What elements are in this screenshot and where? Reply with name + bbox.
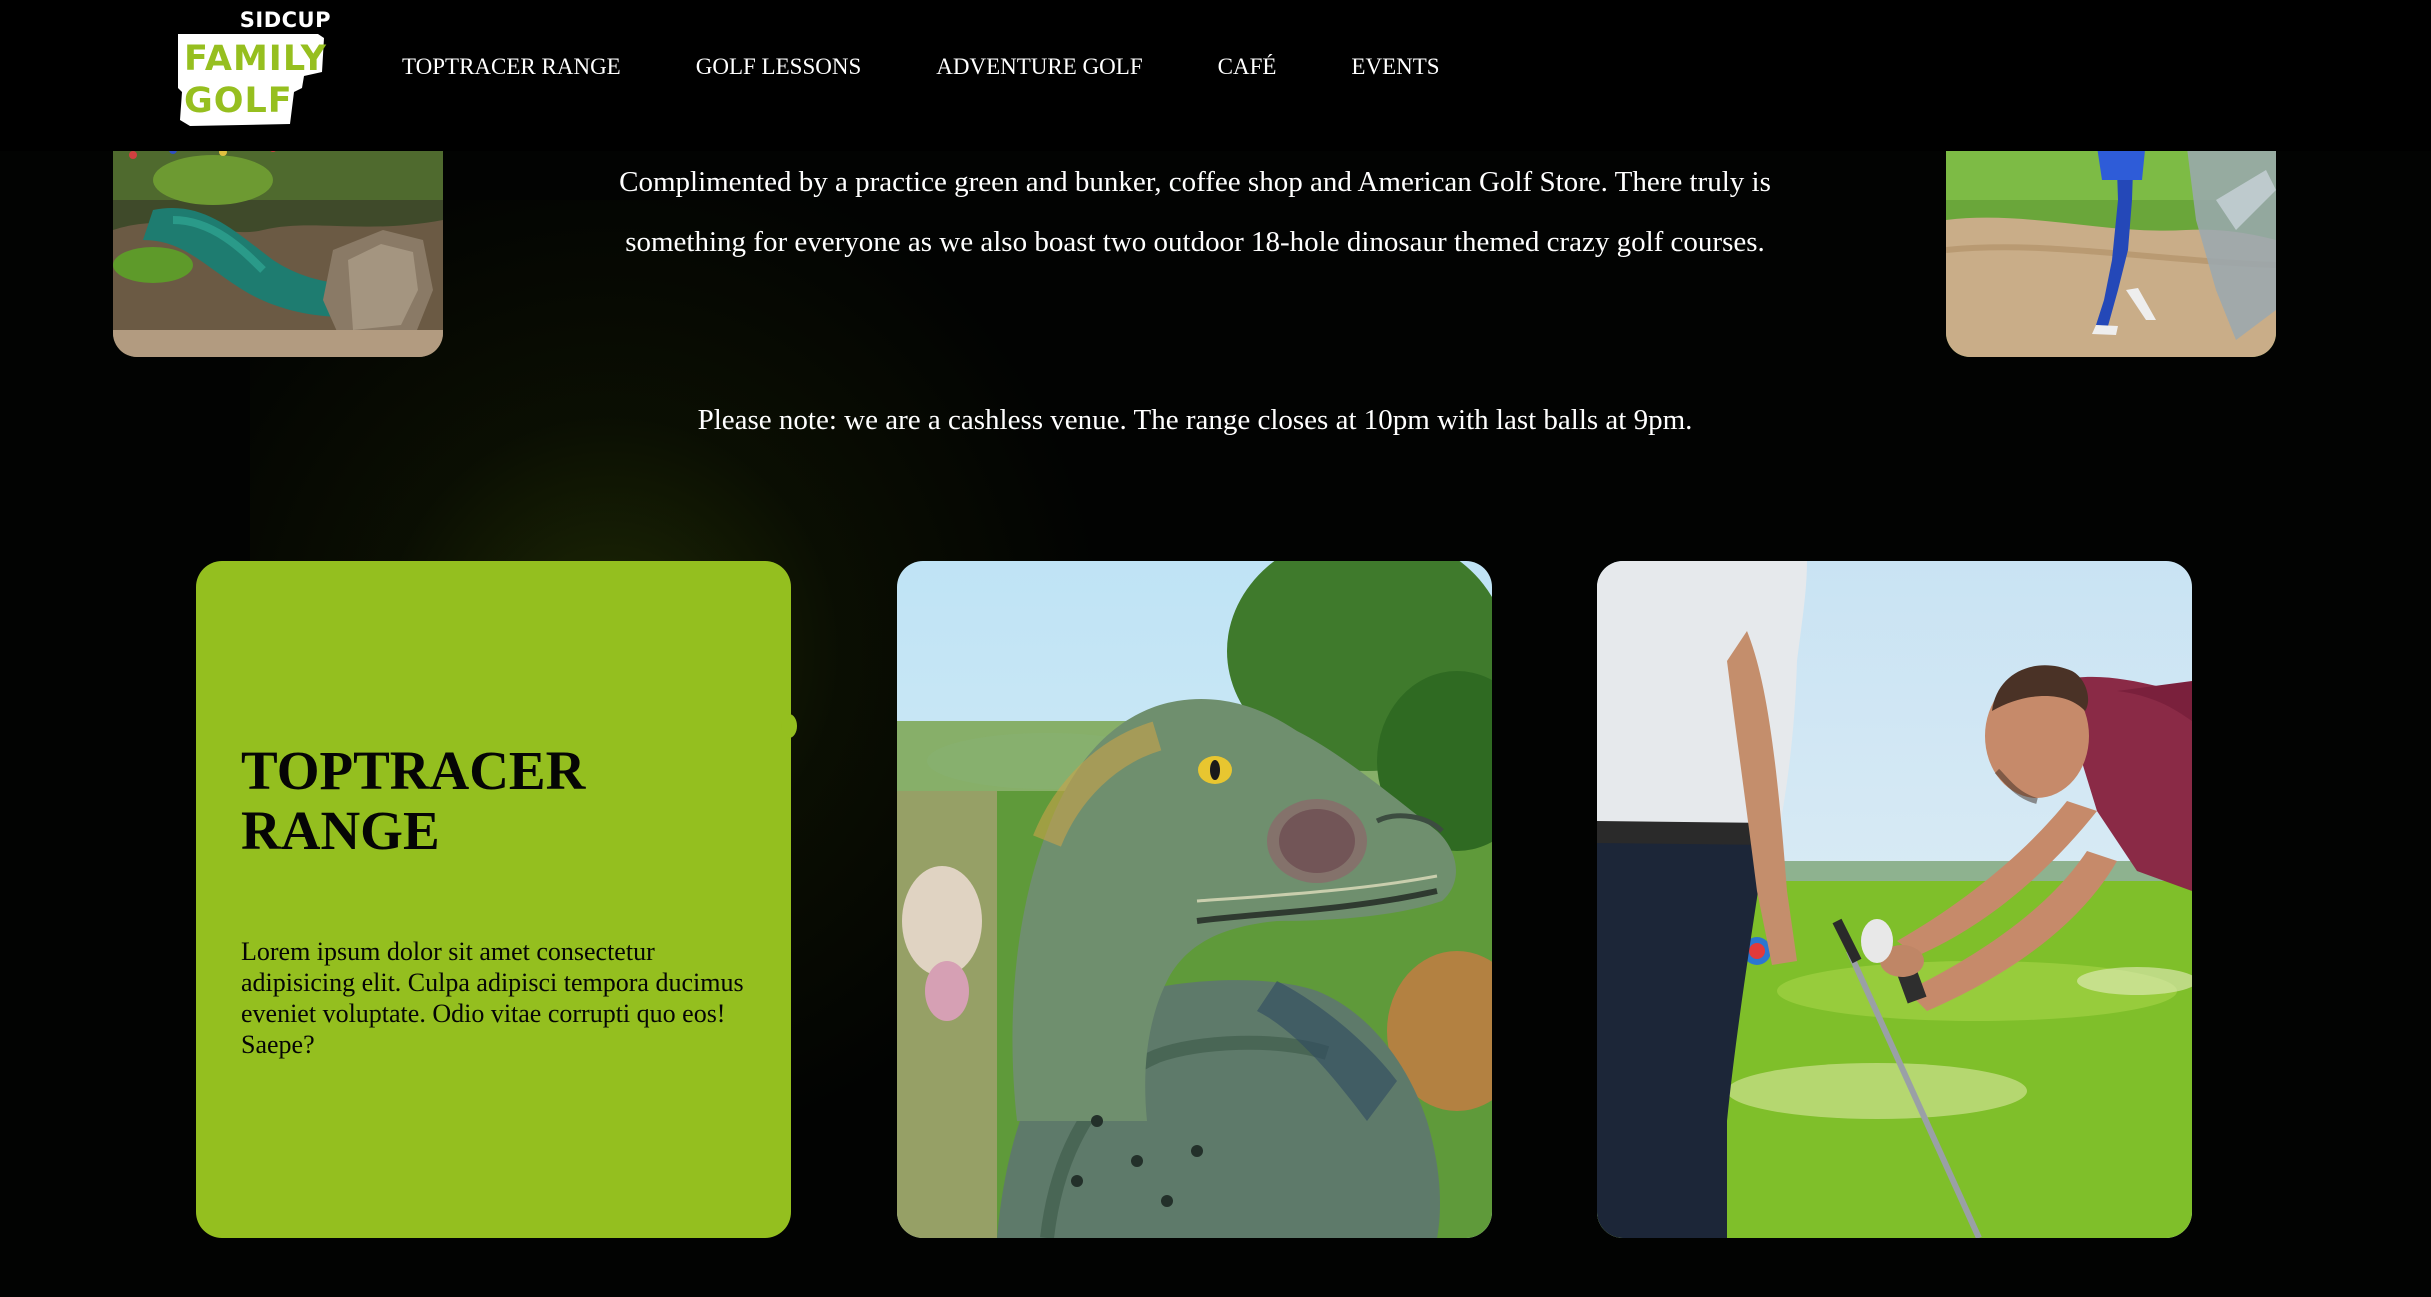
card-title: TOPTRACER RANGE	[241, 740, 586, 861]
adventure-golf-thumbnail	[113, 140, 443, 357]
card-description: Lorem ipsum dolor sit amet consectetur a…	[241, 937, 744, 1059]
site-logo[interactable]: SIDCUP FAMILY GOLF	[176, 8, 331, 130]
main-nav: TOPTRACER RANGE GOLF LESSONS ADVENTURE G…	[402, 54, 1440, 80]
golf-lesson-photo	[1597, 561, 2192, 1238]
nav-item-golf-lessons[interactable]: GOLF LESSONS	[696, 54, 862, 80]
dinosaur-photo	[897, 561, 1492, 1238]
golf-bunker-thumbnail	[1946, 140, 2276, 357]
logo-word-golf: GOLF	[184, 81, 293, 121]
card-edge-dot	[781, 714, 797, 738]
nav-item-adventure-golf[interactable]: ADVENTURE GOLF	[936, 54, 1142, 80]
nav-item-events[interactable]: EVENTS	[1351, 54, 1439, 80]
intro-paragraph: Complimented by a practice green and bun…	[619, 166, 1771, 258]
golf-lesson-image-card[interactable]	[1597, 561, 2192, 1238]
toptracer-range-card[interactable]: TOPTRACER RANGE Lorem ipsum dolor sit am…	[196, 561, 791, 1238]
page: SIDCUP FAMILY GOLF TOPTRACER RANGE GOLF …	[0, 0, 2431, 1297]
site-header: SIDCUP FAMILY GOLF TOPTRACER RANGE GOLF …	[0, 0, 2431, 151]
dinosaur-image-card[interactable]	[897, 561, 1492, 1238]
logo-top-text: SIDCUP	[239, 8, 331, 32]
nav-item-toptracer-range[interactable]: TOPTRACER RANGE	[402, 54, 621, 80]
nav-item-cafe[interactable]: CAFÉ	[1218, 54, 1277, 80]
logo-word-family: FAMILY	[184, 39, 328, 79]
cashless-note: Please note: we are a cashless venue. Th…	[697, 404, 1693, 436]
